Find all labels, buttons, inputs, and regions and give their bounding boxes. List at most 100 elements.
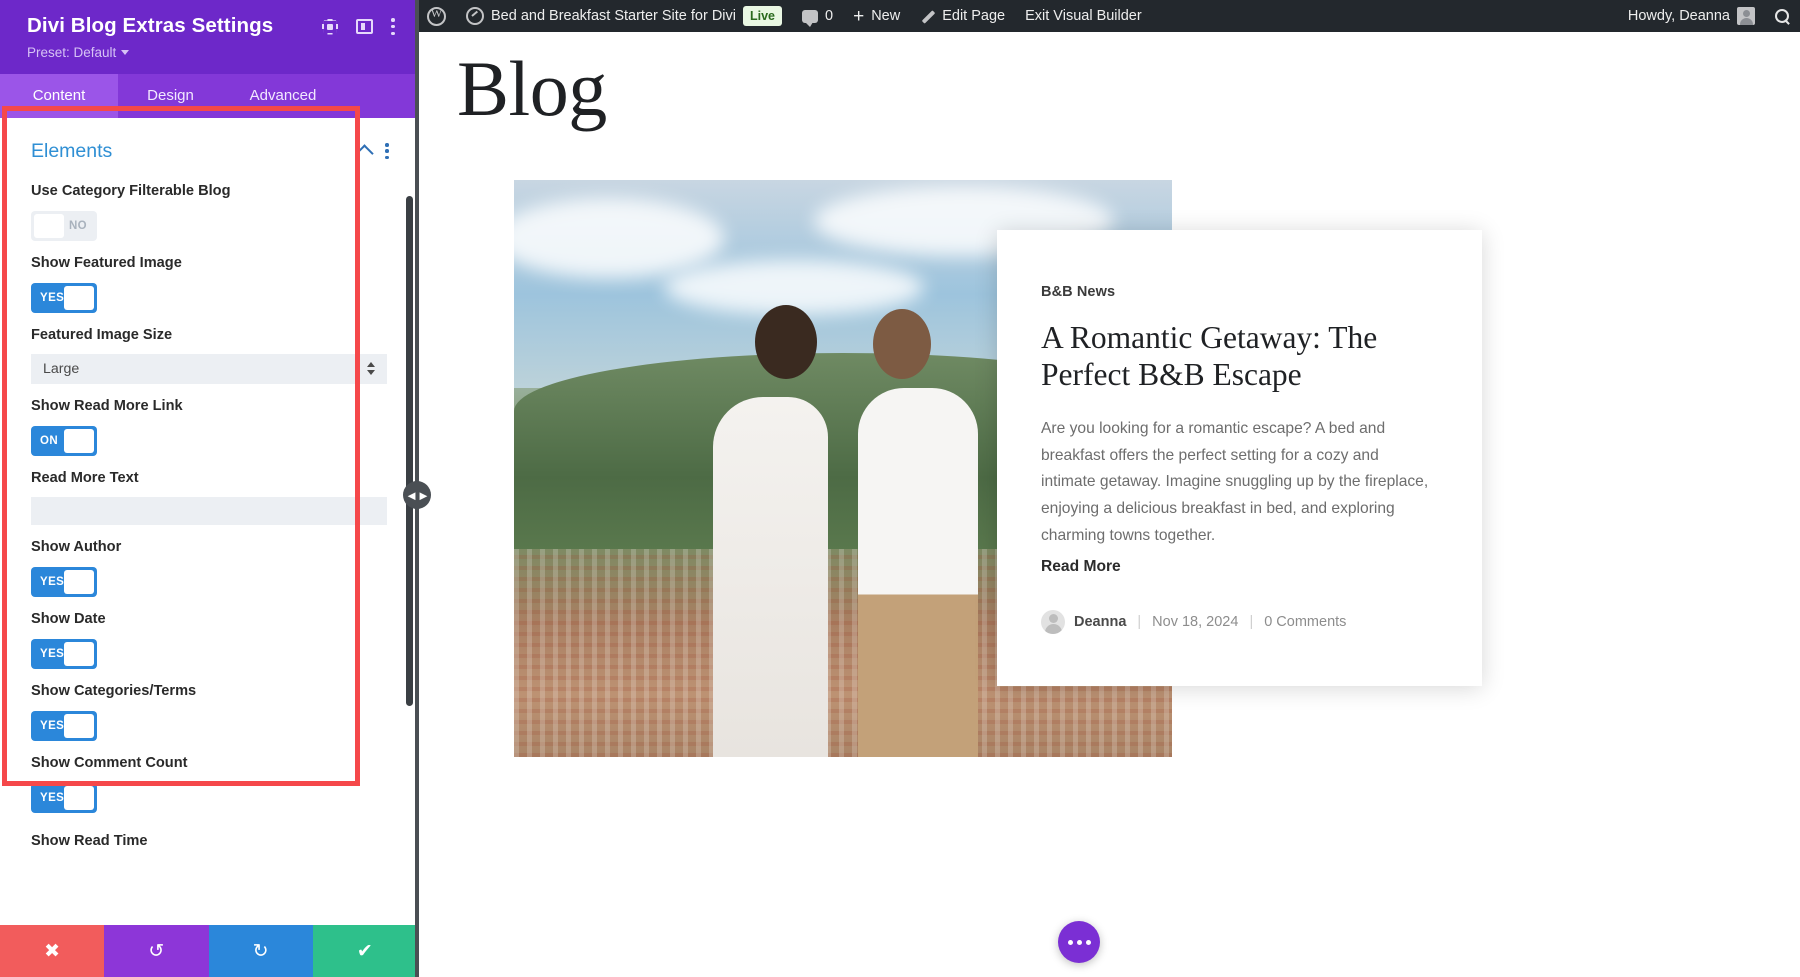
focus-mode-icon[interactable]: [322, 19, 338, 35]
field-show-date: Show Date YES: [0, 597, 417, 669]
save-button[interactable]: ✔: [312, 925, 417, 977]
field-label: Show Comment Count: [31, 754, 188, 771]
edit-page-button[interactable]: Edit Page: [910, 0, 1015, 32]
toggle-knob: [64, 285, 94, 310]
search-button[interactable]: [1765, 0, 1800, 32]
toggle-knob: [64, 428, 94, 453]
person-left: [713, 396, 828, 757]
post-card: B&B News A Romantic Getaway: The Perfect…: [997, 230, 1482, 686]
toggle-show-read-more-link[interactable]: ON: [31, 425, 97, 456]
post-date: Nov 18, 2024: [1152, 613, 1239, 630]
toggle-show-author[interactable]: YES: [31, 566, 97, 597]
comment-count: 0: [825, 8, 834, 24]
divi-settings-panel: Divi Blog Extras Settings Preset: Defaul…: [0, 0, 417, 977]
toggle-value: YES: [40, 291, 65, 304]
section-elements-header[interactable]: Elements: [0, 118, 417, 169]
field-label: Show Date: [31, 610, 106, 627]
chevron-up-icon[interactable]: [355, 143, 374, 163]
dot: [1085, 939, 1091, 945]
wp-admin-bar: Bed and Breakfast Starter Site for Divi …: [417, 0, 1800, 32]
panel-scrollbar-thumb[interactable]: [406, 195, 413, 706]
meta-separator: |: [1137, 613, 1142, 630]
post-category[interactable]: B&B News: [1041, 284, 1434, 300]
dashboard-icon: [466, 7, 484, 25]
toggle-value: NO: [68, 219, 87, 232]
field-label: Show Read Time: [31, 832, 148, 849]
read-more-link[interactable]: Read More: [1041, 558, 1121, 576]
field-show-author: Show Author YES: [0, 525, 417, 597]
toggle-show-featured-image[interactable]: YES: [31, 282, 97, 313]
field-use-category-filterable-blog: Use Category Filterable Blog NO: [0, 169, 417, 241]
new-label: New: [871, 8, 901, 24]
panel-tabs: Content Design Advanced: [0, 73, 417, 118]
toggle-knob: [64, 713, 94, 738]
field-label: Show Categories/Terms: [31, 682, 197, 699]
tab-advanced[interactable]: Advanced: [223, 74, 343, 118]
select-featured-image-size[interactable]: Large: [31, 353, 387, 384]
field-label: Read More Text: [31, 469, 139, 486]
select-value: Large: [43, 360, 80, 377]
field-read-more-text: Read More Text: [0, 456, 417, 525]
post-meta: Deanna | Nov 18, 2024 | 0 Comments: [1041, 609, 1434, 634]
section-more-options-icon[interactable]: [385, 143, 389, 160]
preset-label: Preset: Default: [27, 44, 117, 60]
redo-button[interactable]: ↻: [208, 925, 313, 977]
howdy-label: Howdy, Deanna: [1627, 8, 1730, 24]
toggle-knob: [64, 785, 94, 810]
toggle-use-category-filterable-blog[interactable]: NO: [31, 210, 97, 241]
tab-design[interactable]: Design: [118, 74, 223, 118]
toggle-show-comment-count[interactable]: YES: [31, 782, 97, 813]
admin-bar-right-group: Howdy, Deanna: [1618, 0, 1800, 32]
site-name-button[interactable]: Bed and Breakfast Starter Site for Divi …: [456, 0, 792, 32]
post-title[interactable]: A Romantic Getaway: The Perfect B&B Esca…: [1041, 320, 1434, 394]
exit-builder-label: Exit Visual Builder: [1025, 8, 1142, 24]
post-author[interactable]: Deanna: [1074, 614, 1126, 630]
field-show-read-time: Show Read Time: [0, 813, 417, 849]
avatar: [1737, 7, 1755, 25]
preset-selector[interactable]: Preset: Default: [27, 44, 130, 60]
field-featured-image-size: Featured Image Size Large: [0, 313, 417, 384]
plus-icon: +: [853, 5, 865, 27]
select-stepper-icon: [367, 362, 375, 376]
page-settings-fab-button[interactable]: [1058, 921, 1100, 963]
field-label: Featured Image Size: [31, 326, 173, 343]
panel-scroll-area: Elements Use Category Filterable Blog NO…: [0, 118, 417, 925]
panel-body: Elements Use Category Filterable Blog NO…: [0, 117, 417, 925]
person-right: [858, 387, 978, 757]
cancel-button[interactable]: ✖: [0, 925, 105, 977]
dot: [1067, 939, 1073, 945]
post-excerpt: Are you looking for a romantic escape? A…: [1041, 419, 1429, 544]
comments-button[interactable]: 0: [792, 0, 843, 32]
comment-icon: [802, 9, 819, 27]
wp-logo-button[interactable]: [417, 0, 456, 32]
new-content-button[interactable]: + New: [843, 0, 910, 32]
field-label: Show Author: [31, 538, 122, 555]
field-label: Show Featured Image: [31, 254, 182, 271]
more-options-icon[interactable]: [391, 18, 395, 35]
tab-content[interactable]: Content: [0, 73, 118, 118]
section-title: Elements: [31, 139, 113, 162]
panel-header: Divi Blog Extras Settings Preset: Defaul…: [0, 0, 417, 74]
field-show-featured-image: Show Featured Image YES: [0, 241, 417, 313]
field-label: Use Category Filterable Blog: [31, 182, 231, 199]
panel-layout-icon[interactable]: [356, 19, 373, 34]
site-name-label: Bed and Breakfast Starter Site for Divi: [491, 8, 736, 24]
toggle-value: ON: [40, 434, 59, 447]
site-preview: Blog B&B News A Romantic Getaway: The Pe…: [417, 32, 1800, 977]
toggle-knob: [64, 641, 94, 666]
field-label: Show Read More Link: [31, 397, 183, 414]
panel-footer-actions: ✖ ↺ ↻ ✔: [0, 925, 417, 977]
toggle-knob: [34, 213, 64, 238]
toggle-show-date[interactable]: YES: [31, 638, 97, 669]
undo-button[interactable]: ↺: [104, 925, 209, 977]
post-comment-count[interactable]: 0 Comments: [1264, 614, 1346, 630]
toggle-value: YES: [40, 719, 65, 732]
panel-resize-handle[interactable]: ◄►: [403, 481, 431, 509]
exit-visual-builder-button[interactable]: Exit Visual Builder: [1015, 0, 1152, 32]
toggle-value: YES: [40, 647, 65, 660]
toggle-show-categories-terms[interactable]: YES: [31, 710, 97, 741]
account-menu[interactable]: Howdy, Deanna: [1618, 0, 1765, 32]
page-title: Blog: [457, 45, 607, 132]
field-show-read-more-link: Show Read More Link ON: [0, 384, 417, 456]
read-more-text-input[interactable]: [31, 496, 387, 525]
